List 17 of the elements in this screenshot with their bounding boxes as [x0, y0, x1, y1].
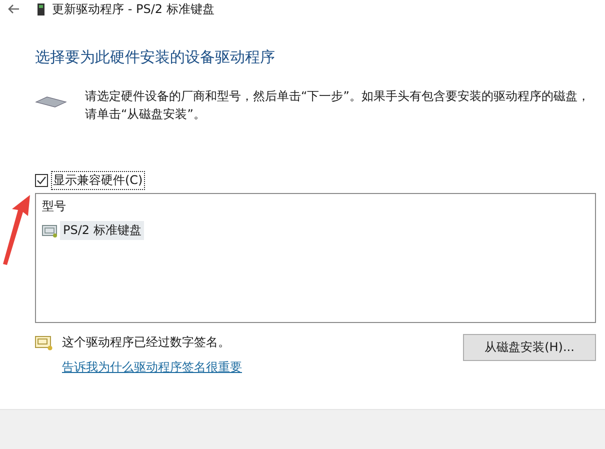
column-header: 型号 [42, 198, 67, 215]
annotation-arrow [1, 194, 33, 266]
list-item[interactable]: PS/2 标准键盘 [60, 221, 144, 240]
certificate-icon [42, 224, 58, 238]
signature-link[interactable]: 告诉我为什么驱动程序签名很重要 [62, 359, 242, 376]
checkbox-label: 显示兼容硬件(C) [51, 170, 145, 190]
back-icon[interactable] [8, 4, 20, 14]
heading: 选择要为此硬件安装的设备驱动程序 [35, 48, 276, 67]
device-icon [37, 2, 45, 16]
have-disk-button[interactable]: 从磁盘安装(H)... [463, 334, 596, 361]
instruction-text: 请选定硬件设备的厂商和型号，然后单击“下一步”。如果手头有包含要安装的驱动程序的磁盘， [85, 88, 590, 105]
keyboard-icon [35, 96, 67, 108]
checkbox[interactable] [35, 174, 48, 186]
certificate-icon [35, 334, 53, 350]
window-title: 更新驱动程序 - PS/2 标准键盘 [52, 0, 214, 18]
instruction-text: 请单击“从磁盘安装”。 [85, 106, 206, 123]
signature-text: 这个驱动程序已经过数字签名。 [62, 334, 230, 351]
